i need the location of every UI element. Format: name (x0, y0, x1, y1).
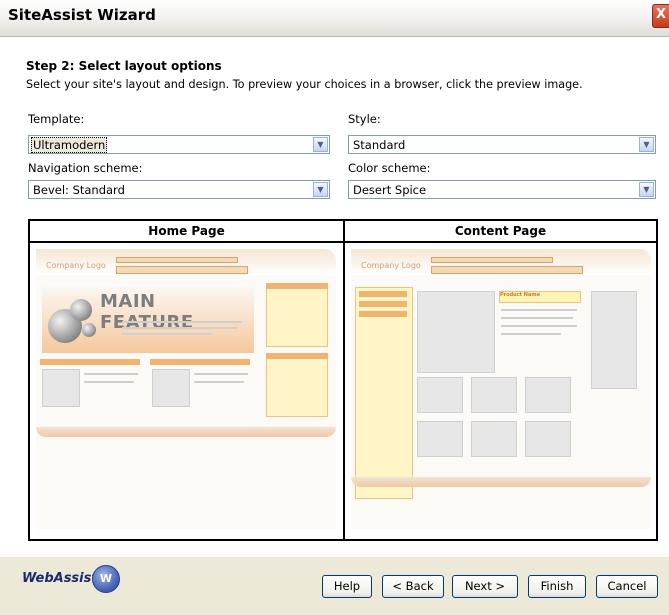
style-value: Standard (353, 138, 406, 152)
wizard-window: SiteAssist Wizard X Step 2: Select layou… (0, 0, 669, 615)
preview-text-line (501, 325, 577, 327)
wizard-content: Step 2: Select layout options Select you… (0, 37, 669, 557)
style-label: Style: (348, 112, 381, 126)
preview-text-line (194, 373, 248, 375)
preview-box-header (266, 353, 328, 359)
home-page-preview-image[interactable]: Company Logo MAIN FEATURE (36, 249, 336, 529)
wizard-footer: WebAssist W Help < Back Next > Finish Ca… (0, 557, 669, 615)
home-page-title: Home Page (30, 221, 343, 243)
preview-nav (116, 257, 238, 263)
preview-text-line (122, 333, 212, 335)
layout-preview: Home Page Company Logo MAIN FEATURE Cont… (28, 219, 658, 541)
preview-side-nav-item (359, 291, 407, 297)
preview-thumbnail (417, 421, 463, 457)
preview-image-placeholder (152, 369, 190, 407)
step-title: Step 2: Select layout options (26, 59, 222, 73)
preview-text-line (84, 381, 134, 383)
preview-thumbnail (525, 421, 571, 457)
preview-thumbnail (525, 377, 571, 413)
preview-text-line (501, 333, 561, 335)
navigation-label: Navigation scheme: (28, 161, 143, 175)
content-page-title: Content Page (345, 221, 656, 243)
preview-side-nav (355, 287, 413, 499)
preview-feature-2-bar (150, 359, 250, 365)
webassist-logo: WebAssist (22, 571, 98, 586)
preview-footer (351, 477, 651, 487)
preview-nav (116, 266, 248, 274)
step-description: Select your site's layout and design. To… (26, 78, 583, 91)
navigation-select[interactable]: Bevel: Standard ▼ (28, 180, 330, 199)
chevron-down-icon[interactable]: ▼ (639, 182, 654, 197)
title-bar: SiteAssist Wizard X (0, 0, 669, 37)
window-title: SiteAssist Wizard (8, 6, 156, 24)
preview-text-line (501, 309, 577, 311)
color-label: Color scheme: (348, 161, 431, 175)
preview-side-nav-item (359, 301, 407, 307)
preview-thumbnail (417, 377, 463, 413)
preview-product-image (417, 291, 495, 373)
cancel-button[interactable]: Cancel (596, 575, 658, 598)
sphere-icon (82, 323, 96, 337)
preview-thumbnail (471, 377, 517, 413)
content-page-pane: Content Page Company Logo Product Name (345, 221, 656, 539)
chevron-down-icon[interactable]: ▼ (639, 137, 654, 152)
home-page-pane: Home Page Company Logo MAIN FEATURE (30, 221, 345, 539)
preview-feature-1-bar (40, 359, 140, 365)
template-value: Ultramodern (31, 137, 108, 153)
color-select[interactable]: Desert Spice ▼ (348, 180, 656, 199)
sphere-icon (70, 299, 92, 321)
preview-logo: Company Logo (361, 261, 421, 270)
webassist-logo-icon: W (92, 565, 120, 593)
preview-links-box (266, 283, 328, 347)
next-button[interactable]: Next > (452, 575, 518, 598)
preview-nav (431, 266, 583, 274)
preview-product-name: Product Name (499, 291, 581, 303)
content-page-preview-image[interactable]: Company Logo Product Name (351, 249, 651, 529)
preview-text-line (122, 321, 242, 323)
color-value: Desert Spice (353, 183, 427, 197)
preview-text-line (194, 381, 244, 383)
preview-login-box (266, 353, 328, 417)
preview-image-placeholder (42, 369, 80, 407)
preview-thumbnail (471, 421, 517, 457)
template-label: Template: (28, 112, 85, 126)
preview-nav (431, 257, 553, 263)
preview-text-line (501, 317, 573, 319)
chevron-down-icon[interactable]: ▼ (313, 182, 328, 197)
preview-ad-placeholder (591, 291, 637, 389)
template-select[interactable]: Ultramodern ▼ (28, 135, 330, 154)
close-button[interactable]: X (652, 4, 669, 28)
preview-box-header (266, 283, 328, 289)
preview-footer (36, 427, 336, 437)
navigation-value: Bevel: Standard (33, 183, 125, 197)
preview-text-line (122, 327, 237, 329)
finish-button[interactable]: Finish (528, 575, 586, 598)
preview-feature-banner: MAIN FEATURE (42, 287, 254, 353)
chevron-down-icon[interactable]: ▼ (313, 137, 328, 152)
back-button[interactable]: < Back (382, 575, 444, 598)
preview-logo: Company Logo (46, 261, 106, 270)
style-select[interactable]: Standard ▼ (348, 135, 656, 154)
help-button[interactable]: Help (322, 575, 372, 598)
preview-side-nav-item (359, 311, 407, 317)
preview-text-line (84, 373, 138, 375)
